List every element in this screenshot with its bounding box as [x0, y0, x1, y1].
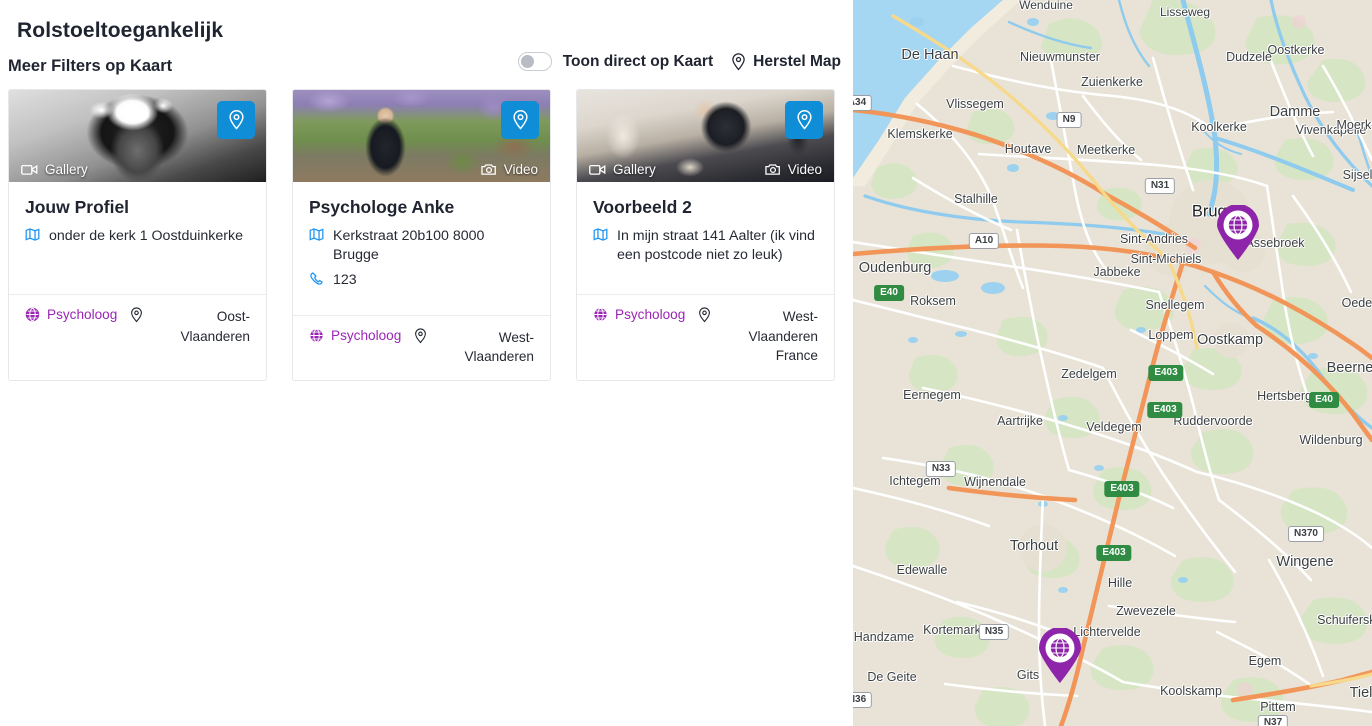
- globe-icon: [309, 328, 324, 343]
- photo-camera-icon: [765, 163, 781, 176]
- road-shield: N33: [925, 461, 957, 477]
- card-address-row: onder de kerk 1 Oostduinkerke: [25, 227, 250, 246]
- road-shield: E40: [874, 285, 904, 301]
- media-badge-label: Video: [787, 162, 822, 177]
- map-pin-icon: [228, 110, 245, 130]
- map-canvas: [853, 0, 1372, 726]
- road-shield: N370: [1288, 526, 1324, 542]
- road-shield: N9: [1056, 112, 1082, 128]
- map-icon: [593, 227, 608, 242]
- road-shield: E40: [1309, 392, 1339, 408]
- toggle-switch-off-icon[interactable]: [517, 52, 552, 71]
- toggle-knob: [520, 55, 534, 68]
- map-pin-icon: [796, 110, 813, 130]
- globe-icon: [593, 307, 608, 322]
- reset-map-label: Herstel Map: [753, 52, 841, 70]
- card-category[interactable]: Psycholoog: [593, 307, 685, 322]
- card-category[interactable]: Psycholoog: [309, 328, 401, 343]
- card-media[interactable]: Gallery Video: [577, 90, 834, 182]
- card-body: Jouw Profiel onder de kerk 1 Oostduinker…: [9, 182, 266, 294]
- card-category-label: Psycholoog: [331, 327, 402, 343]
- card-media[interactable]: Video: [293, 90, 550, 182]
- road-shield: E403: [1104, 481, 1140, 497]
- results-panel: Rolstoeltoegankelijk Meer Filters op Kaa…: [0, 0, 853, 726]
- profile-card[interactable]: Gallery Jouw Profiel onder de kerk 1 Oos…: [8, 89, 267, 381]
- reset-map-button[interactable]: Herstel Map: [731, 53, 841, 71]
- show-on-map-pin-button[interactable]: [785, 101, 823, 139]
- video-camera-icon: [21, 163, 38, 176]
- card-title: Jouw Profiel: [25, 197, 130, 217]
- road-shield: A10: [968, 233, 1000, 249]
- card-region-label: West-Vlaanderen: [464, 329, 534, 365]
- card-category-label: Psycholoog: [615, 307, 686, 322]
- media-badge-gallery[interactable]: Gallery: [21, 162, 88, 177]
- road-shield: E403: [1147, 402, 1183, 418]
- media-badge-video[interactable]: Video: [481, 162, 538, 177]
- card-footer: Psycholoog West-Vlaanderen: [293, 314, 550, 380]
- page-title: Rolstoeltoegankelijk: [17, 19, 224, 42]
- road-shield: N36: [853, 692, 873, 708]
- card-address: onder de kerk 1 Oostduinkerke: [49, 228, 244, 244]
- card-region: West-Vlaanderen France: [698, 307, 818, 366]
- map-pin-globe-icon: [1217, 205, 1259, 260]
- show-on-map-label: Toon direct op Kaart: [562, 52, 714, 70]
- phone-icon: [309, 271, 324, 286]
- road-shield: N37: [1257, 715, 1289, 726]
- card-region-label: Oost-Vlaanderen: [180, 309, 250, 344]
- card-body: Voorbeeld 2 In mijn straat 141 Aalter (i…: [577, 182, 834, 294]
- globe-icon: [25, 307, 40, 322]
- road-shield: N31: [1144, 178, 1176, 194]
- card-title: Psychologe Anke: [309, 197, 455, 217]
- map-pin-icon: [698, 307, 711, 323]
- card-address-row: In mijn straat 141 Aalter (ik vind een p…: [593, 227, 818, 265]
- map-toolbar: Toon direct op Kaart Herstel Map: [517, 52, 841, 71]
- map-viewport[interactable]: Wenduine Lisseweg Oostkerke De Haan Nieu…: [853, 0, 1372, 726]
- card-footer: Psycholoog Oost-Vlaanderen: [9, 294, 266, 359]
- card-media[interactable]: Gallery: [9, 90, 266, 182]
- photo-camera-icon: [481, 163, 497, 176]
- card-phone-row[interactable]: 123: [309, 271, 534, 290]
- card-category-label: Psycholoog: [47, 307, 118, 322]
- map-pin-globe-icon: [1039, 628, 1081, 683]
- road-shield: A34: [853, 95, 873, 111]
- map-icon: [25, 227, 40, 242]
- map-pin-icon: [731, 52, 746, 71]
- media-badge-label: Gallery: [613, 162, 656, 177]
- show-on-map-pin-button[interactable]: [217, 101, 255, 139]
- card-body: Psychologe Anke Kerkstraat 20b100 8000 B…: [293, 182, 550, 315]
- map-pin-icon: [512, 110, 529, 130]
- show-on-map-toggle[interactable]: Toon direct op Kaart: [517, 52, 714, 71]
- media-badge-video[interactable]: Video: [765, 162, 822, 177]
- card-region-label: West-Vlaanderen France: [748, 309, 818, 364]
- card-region: Oost-Vlaanderen: [130, 307, 250, 346]
- profile-card[interactable]: Gallery Video Voorbeeld 2 In mijn straat…: [576, 89, 835, 381]
- video-camera-icon: [589, 163, 606, 176]
- road-shield: N35: [978, 624, 1010, 640]
- card-footer: Psycholoog West-Vlaanderen France: [577, 294, 834, 379]
- show-on-map-pin-button[interactable]: [501, 101, 539, 139]
- profile-card-list: Gallery Jouw Profiel onder de kerk 1 Oos…: [8, 89, 835, 381]
- card-address: Kerkstraat 20b100 8000 Brugge: [333, 228, 485, 264]
- map-pin-icon: [130, 307, 143, 323]
- card-address-row: Kerkstraat 20b100 8000 Brugge: [309, 227, 534, 265]
- media-badge-label: Video: [503, 162, 538, 177]
- media-badge-gallery[interactable]: Gallery: [589, 162, 656, 177]
- card-region: West-Vlaanderen: [414, 328, 534, 367]
- profile-card[interactable]: Video Psychologe Anke Kerkstraat 20b100 …: [292, 89, 551, 381]
- map-icon: [309, 227, 324, 242]
- more-filters-label: Meer Filters op Kaart: [8, 57, 173, 75]
- card-category[interactable]: Psycholoog: [25, 307, 117, 322]
- card-phone: 123: [333, 272, 357, 289]
- card-address: In mijn straat 141 Aalter (ik vind een p…: [617, 228, 815, 264]
- card-title: Voorbeeld 2: [593, 197, 692, 217]
- road-shield: E403: [1148, 365, 1184, 381]
- media-badge-label: Gallery: [45, 162, 88, 177]
- road-shield: E403: [1096, 545, 1132, 561]
- map-pin-icon: [414, 328, 427, 344]
